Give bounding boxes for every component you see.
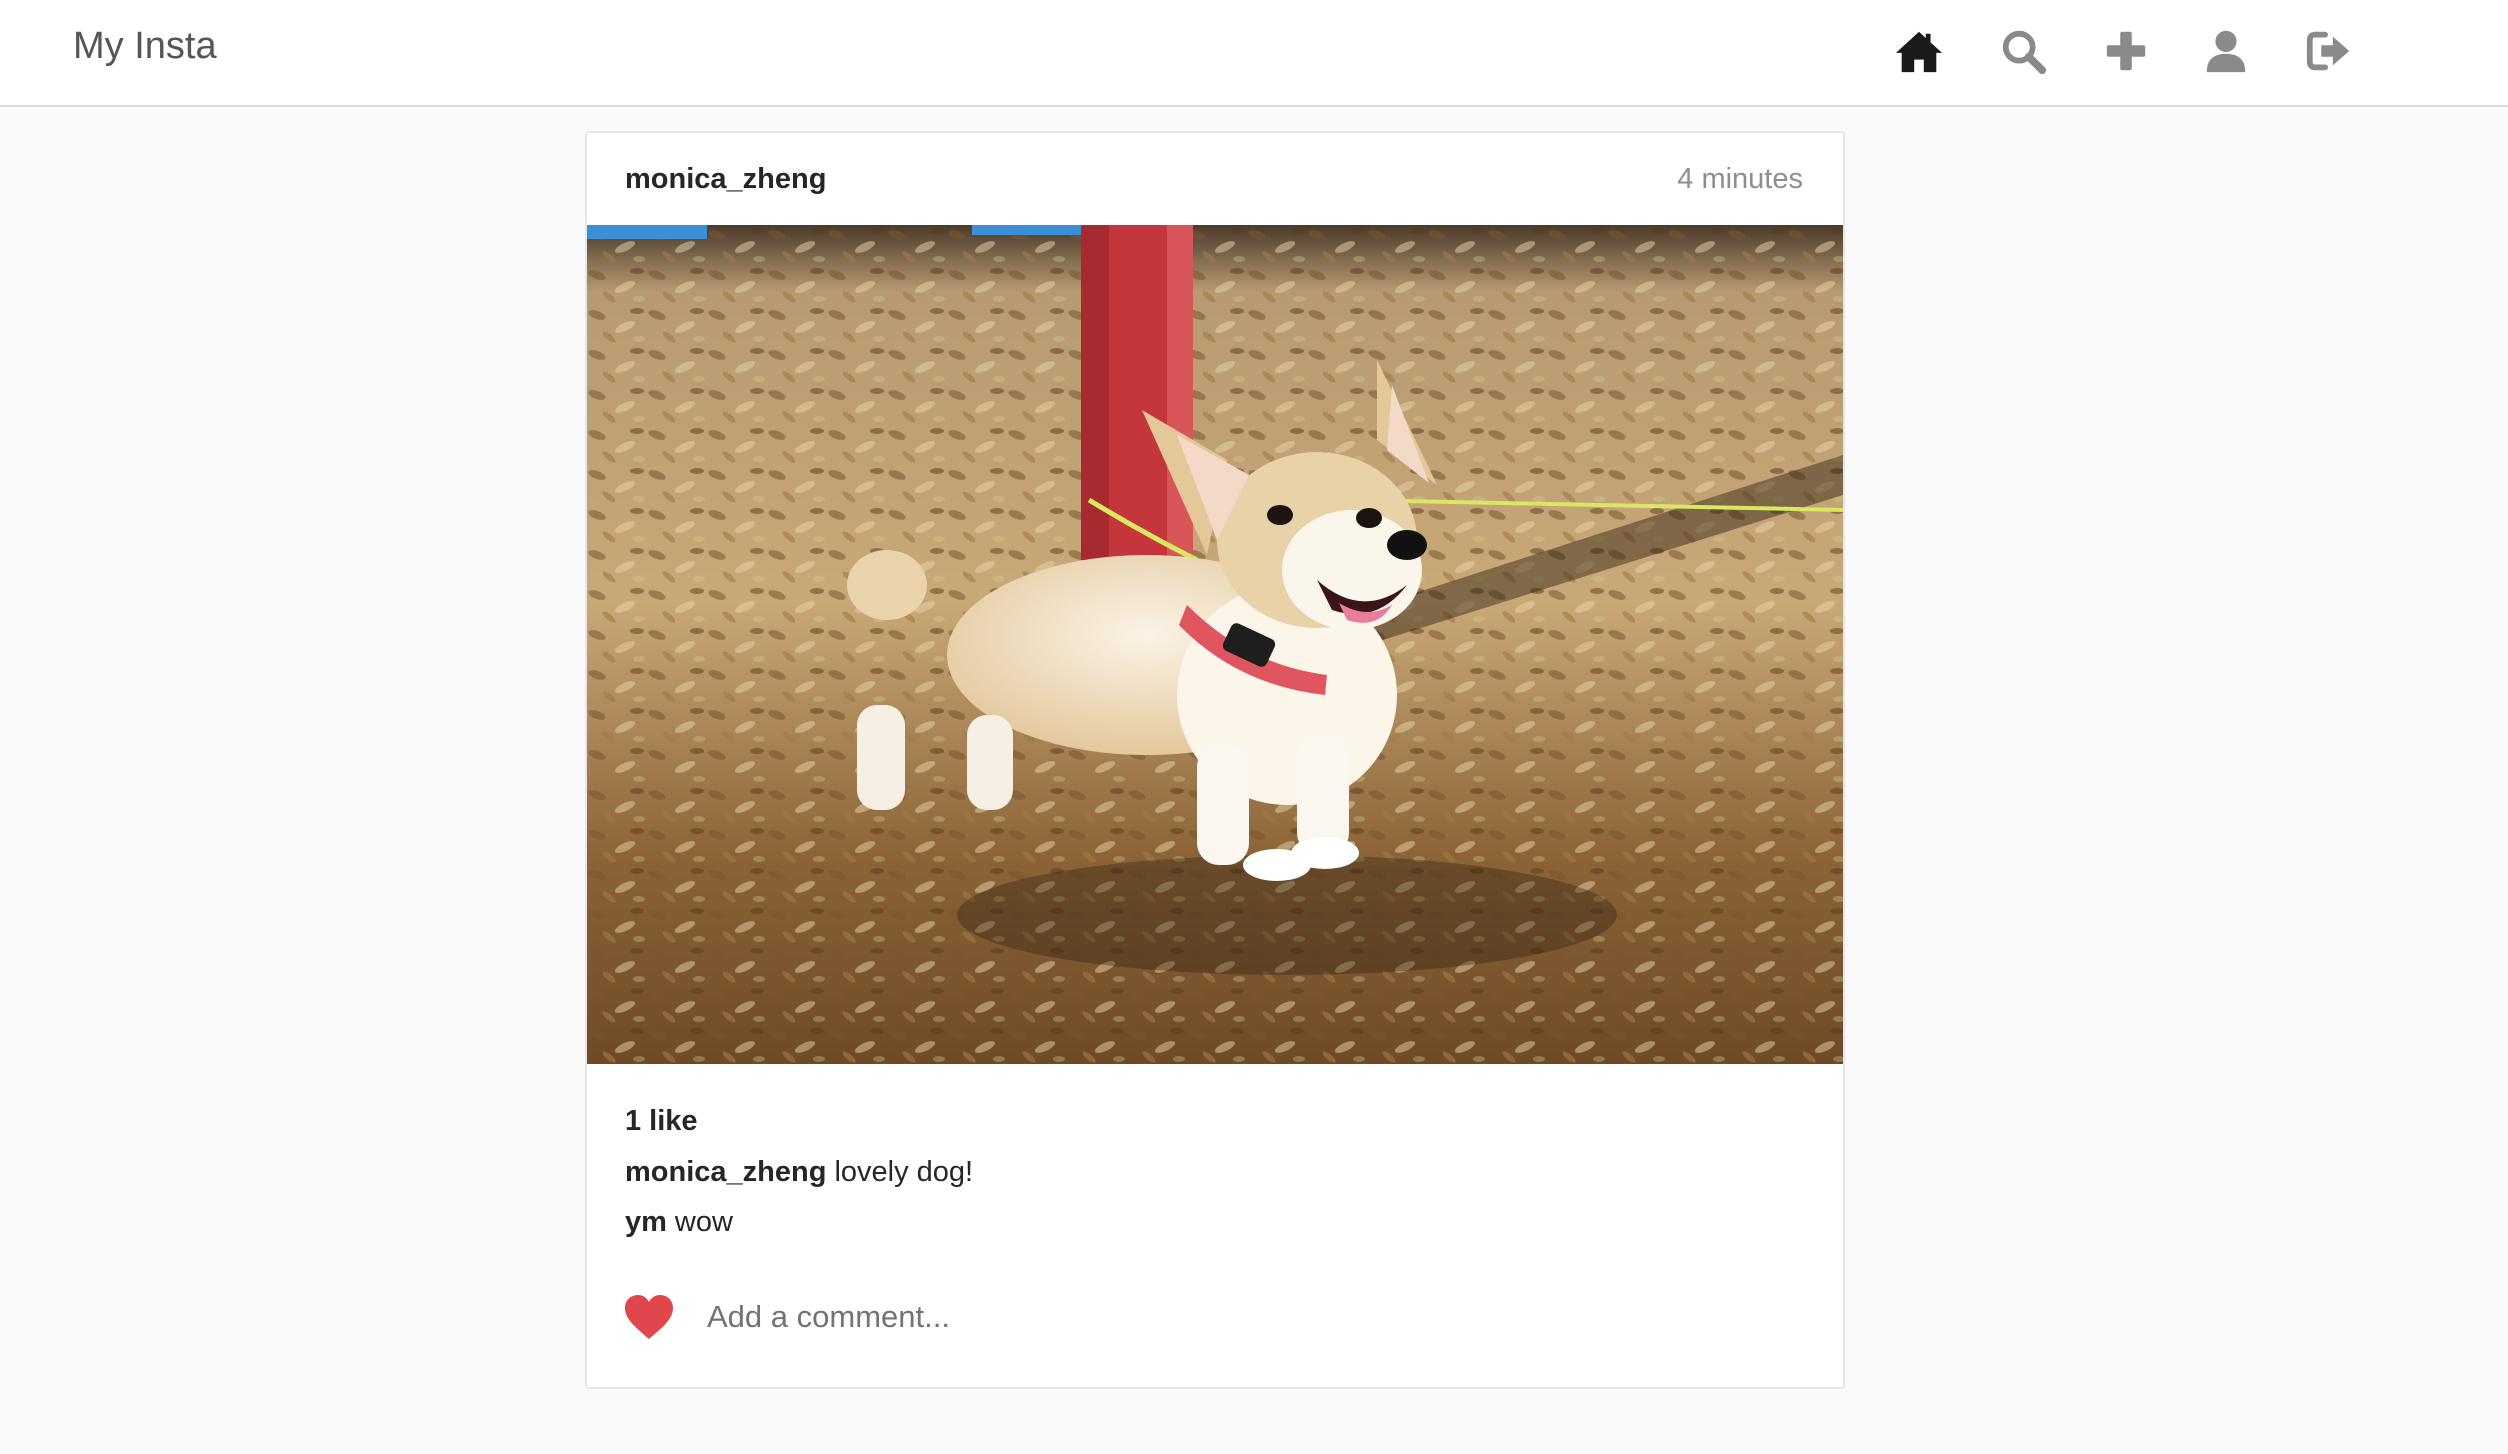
comment: ym wow: [625, 1206, 733, 1239]
home-icon[interactable]: [1892, 24, 1946, 78]
comment-input[interactable]: [707, 1287, 1787, 1347]
top-navbar: My Insta: [0, 0, 2508, 107]
logout-icon[interactable]: [2302, 24, 2356, 78]
comment-author[interactable]: monica_zheng: [625, 1156, 826, 1188]
comment-author[interactable]: ym: [625, 1206, 667, 1238]
heart-icon[interactable]: [623, 1293, 675, 1341]
plus-icon[interactable]: [2099, 24, 2153, 78]
likes-count[interactable]: 1 like: [625, 1105, 698, 1138]
comment: monica_zheng lovely dog!: [625, 1156, 973, 1189]
post-photo[interactable]: [587, 225, 1843, 1064]
post-card: monica_zheng 4 minutes 1 like monica_zhe…: [585, 131, 1845, 1389]
search-icon[interactable]: [1996, 24, 2050, 78]
comment-text: lovely dog!: [834, 1156, 974, 1188]
app-title[interactable]: My Insta: [73, 22, 217, 70]
post-header: monica_zheng 4 minutes: [587, 133, 1843, 225]
user-icon[interactable]: [2199, 24, 2253, 78]
post-timestamp: 4 minutes: [1677, 163, 1803, 195]
post-username[interactable]: monica_zheng: [625, 163, 826, 196]
comment-text: wow: [674, 1206, 733, 1238]
